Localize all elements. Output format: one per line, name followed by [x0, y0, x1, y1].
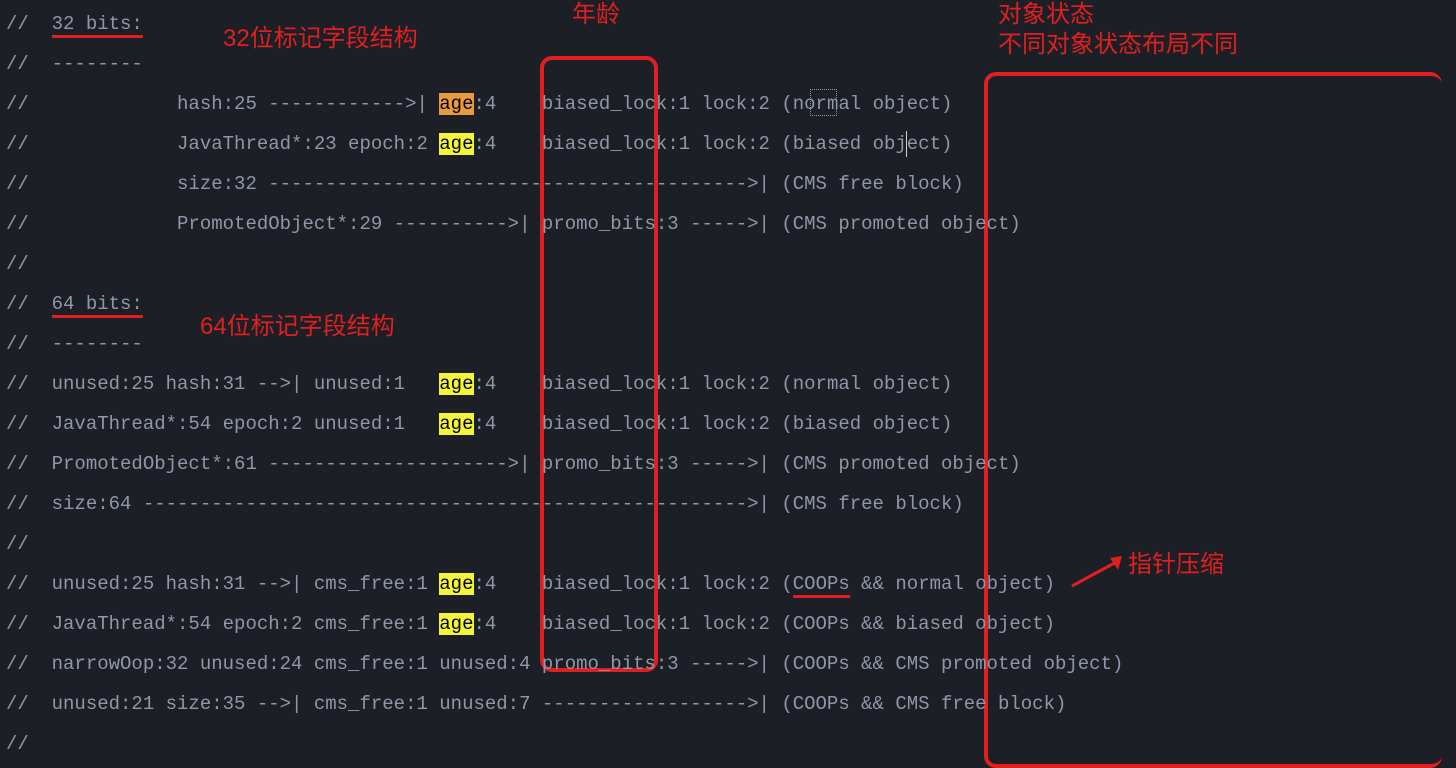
text: :4 biased_lock:1 lock:2 (normal object) [474, 373, 953, 395]
text: // JavaThread*:23 epoch:2 [6, 133, 439, 155]
text: // [6, 293, 52, 315]
code-line: // JavaThread*:54 epoch:2 cms_free:1 age… [6, 604, 1450, 644]
code-line: // -------- [6, 324, 1450, 364]
header-64bits: 64 bits: [52, 293, 143, 318]
code-line: // JavaThread*:23 epoch:2 age:4 biased_l… [6, 124, 1450, 164]
code-line: // size:64 -----------------------------… [6, 484, 1450, 524]
text: // hash:25 ------------>| [6, 93, 439, 115]
text: // JavaThread*:54 epoch:2 cms_free:1 [6, 613, 439, 635]
code-line: // hash:25 ------------>| age:4 biased_l… [6, 84, 1450, 124]
age-highlight: age [439, 573, 473, 595]
text: :4 biased_lock:1 lock:2 (normal object) [474, 93, 953, 115]
text: :4 biased_lock:1 lock:2 (biased object) [474, 413, 953, 435]
text: // narrowOop:32 unused:24 cms_free:1 unu… [6, 653, 1123, 675]
code-line: // 64 bits: [6, 284, 1450, 324]
code-line: // 32 bits: [6, 4, 1450, 44]
coops-highlight: COOPs [793, 573, 850, 598]
code-line: // size:32 -----------------------------… [6, 164, 1450, 204]
dotted-selection [810, 89, 837, 116]
code-line: // [6, 244, 1450, 284]
text: // unused:25 hash:31 -->| cms_free:1 [6, 573, 439, 595]
text: :4 biased_lock:1 lock:2 (COOPs && biased… [474, 613, 1056, 635]
text: // PromotedObject*:61 ------------------… [6, 453, 1021, 475]
text: // JavaThread*:54 epoch:2 unused:1 [6, 413, 439, 435]
code-line: // -------- [6, 44, 1450, 84]
text: // [6, 533, 29, 555]
age-highlight: age [439, 413, 473, 435]
text-cursor [906, 131, 907, 157]
text: // size:64 -----------------------------… [6, 493, 964, 515]
text: // PromotedObject*:29 ---------->| promo… [6, 213, 1021, 235]
text: // [6, 253, 29, 275]
age-highlight: age [439, 613, 473, 635]
header-32bits: 32 bits: [52, 13, 143, 38]
text: // size:32 -----------------------------… [6, 173, 964, 195]
text: // [6, 733, 29, 755]
text: :4 biased_lock:1 lock:2 ( [474, 573, 793, 595]
code-line: // [6, 524, 1450, 564]
text: // -------- [6, 333, 143, 355]
text: // [6, 13, 52, 35]
age-highlight: age [439, 133, 473, 155]
text: // unused:21 size:35 -->| cms_free:1 unu… [6, 693, 1066, 715]
text: // -------- [6, 53, 143, 75]
code-line: // unused:25 hash:31 -->| cms_free:1 age… [6, 564, 1450, 604]
code-line: // PromotedObject*:61 ------------------… [6, 444, 1450, 484]
text: :4 biased_lock:1 lock:2 (biased object) [474, 133, 953, 155]
code-line: // JavaThread*:54 epoch:2 unused:1 age:4… [6, 404, 1450, 444]
text: // unused:25 hash:31 -->| unused:1 [6, 373, 439, 395]
text: && normal object) [850, 573, 1055, 595]
code-line: // narrowOop:32 unused:24 cms_free:1 unu… [6, 644, 1450, 684]
code-line: // unused:21 size:35 -->| cms_free:1 unu… [6, 684, 1450, 724]
age-highlight: age [439, 373, 473, 395]
code-line: // PromotedObject*:29 ---------->| promo… [6, 204, 1450, 244]
age-highlight: age [439, 93, 473, 115]
code-line: // unused:25 hash:31 -->| unused:1 age:4… [6, 364, 1450, 404]
code-line: // [6, 724, 1450, 764]
